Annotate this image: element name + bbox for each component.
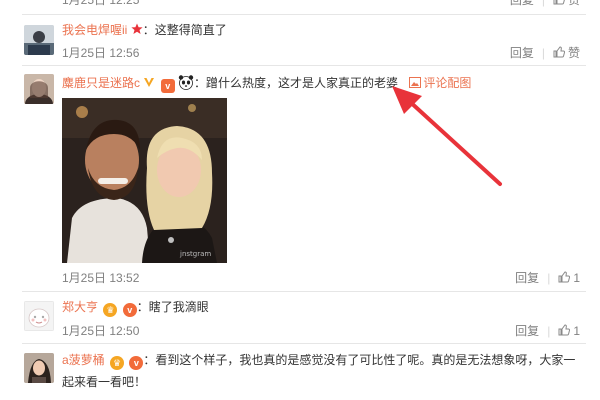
comment-text: ：看到这个样子，我也真的是感觉没有了可比性了呢。真的是无法想象呀，大家一 [143, 353, 576, 367]
avatar[interactable] [24, 74, 54, 104]
comment-text-continuation: 起来看一看吧！ [62, 375, 147, 389]
avatar[interactable] [24, 301, 54, 331]
avatar[interactable] [24, 25, 54, 55]
partial-actions: 回复 | 赞 [510, 0, 580, 8]
comment-text: ：瞎了我滴眼 [136, 300, 209, 314]
divider [22, 291, 586, 292]
username[interactable]: 郑大亨 [62, 300, 98, 314]
comment-image[interactable]: jnstgram [62, 98, 227, 263]
comment-actions: 回复 | 赞 [509, 44, 580, 61]
divider [22, 14, 586, 15]
thumb-up-icon [553, 46, 565, 58]
comment-timestamp: 1月25日 12:50 [62, 324, 140, 338]
comment-timestamp: 1月25日 13:52 [62, 271, 140, 285]
like-count: 1 [573, 271, 580, 285]
panda-emoji-icon [178, 75, 194, 90]
username[interactable]: 我会电焊喔ii [62, 23, 127, 37]
comment-text-line: 郑大亨 ♛ v ：瞎了我滴眼 [62, 299, 209, 317]
partial-timestamp: 1月25日 12:25 [62, 0, 140, 7]
divider [22, 343, 586, 344]
comment-text-line: a菠萝桶 ♛ v ：看到这个样子，我也真的是感觉没有了可比性了呢。真的是无法想象呀… [62, 352, 575, 370]
reply-button[interactable]: 回复 [515, 269, 539, 286]
thumb-up-icon [558, 324, 571, 336]
partial-like-button[interactable]: 赞 [553, 0, 580, 8]
comment-image-link[interactable]: 评论配图 [409, 76, 471, 90]
thumb-up-icon [558, 271, 571, 283]
comment-text-line: 麋鹿只是迷路c v ：蹭什么热度，这才是人家真正的老婆 评论配图 [62, 74, 471, 93]
username[interactable]: 麋鹿只是迷路c [62, 76, 140, 90]
vip-badge-icon: v [160, 79, 175, 93]
reply-button[interactable]: 回复 [515, 322, 539, 339]
like-button[interactable]: 1 [558, 324, 580, 338]
verified-v-icon [144, 78, 155, 87]
comment-image-icon [409, 77, 422, 88]
svg-text:jnstgram: jnstgram [179, 250, 211, 258]
thumb-up-icon [553, 0, 565, 5]
vip-badge-icon: v [129, 356, 144, 370]
crown-badge-icon: ♛ [103, 303, 118, 317]
partial-reply-button[interactable]: 回复 [510, 0, 534, 8]
star-icon [131, 23, 143, 34]
reply-button[interactable]: 回复 [510, 44, 534, 61]
like-button[interactable]: 赞 [553, 44, 580, 61]
comment-text: ：这整得简直了 [142, 23, 227, 37]
like-count: 1 [573, 324, 580, 338]
like-button[interactable]: 1 [558, 271, 580, 285]
username[interactable]: a菠萝桶 [62, 353, 105, 367]
vip-badge-icon: v [122, 303, 137, 317]
comment-text: ：蹭什么热度，这才是人家真正的老婆 [194, 76, 399, 90]
comment-timestamp: 1月25日 12:56 [62, 46, 140, 60]
divider [22, 65, 586, 66]
crown-badge-icon: ♛ [110, 356, 125, 370]
comment-actions: 回复 | 1 [515, 269, 580, 286]
avatar[interactable] [24, 353, 54, 383]
comment-actions: 回复 | 1 [515, 322, 580, 339]
comment-text-line: 我会电焊喔ii ：这整得简直了 [62, 22, 227, 38]
